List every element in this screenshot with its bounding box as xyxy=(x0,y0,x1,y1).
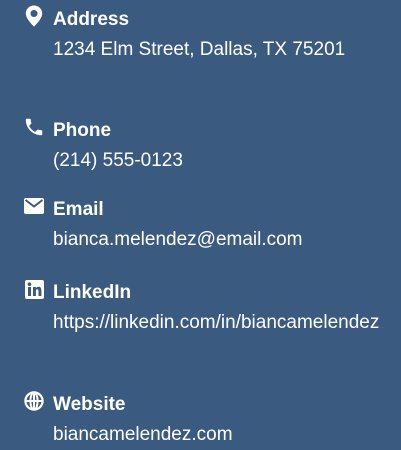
phone-link[interactable]: (214) 555-0123 xyxy=(53,150,183,171)
linkedin-label: LinkedIn xyxy=(53,282,132,303)
email-label: Email xyxy=(53,199,104,220)
linkedin-link[interactable]: https://linkedin.com/in/biancamelendez xyxy=(53,312,379,333)
linkedin-value[interactable]: https://linkedin.com/in/biancamelendez xyxy=(53,307,399,338)
website-value[interactable]: biancamelendez.com xyxy=(53,419,399,450)
phone-value[interactable]: (214) 555-0123 xyxy=(53,145,399,176)
address-label: Address xyxy=(53,9,130,30)
phone-label: Phone xyxy=(53,120,112,141)
website-label: Website xyxy=(53,394,126,415)
email-link[interactable]: bianca.melendez@email.com xyxy=(53,229,303,250)
address-value: 1234 Elm Street, Dallas, TX 75201 xyxy=(53,39,346,60)
website-link[interactable]: biancamelendez.com xyxy=(53,424,233,445)
envelope-icon xyxy=(22,194,46,218)
contact-list: Address 1234 Elm Street, Dallas, TX 7520… xyxy=(0,0,401,448)
linkedin-icon xyxy=(22,277,46,301)
map-marker-icon xyxy=(22,4,46,28)
phone-icon xyxy=(22,115,46,139)
globe-icon xyxy=(22,389,46,413)
email-value[interactable]: bianca.melendez@email.com xyxy=(53,224,399,255)
